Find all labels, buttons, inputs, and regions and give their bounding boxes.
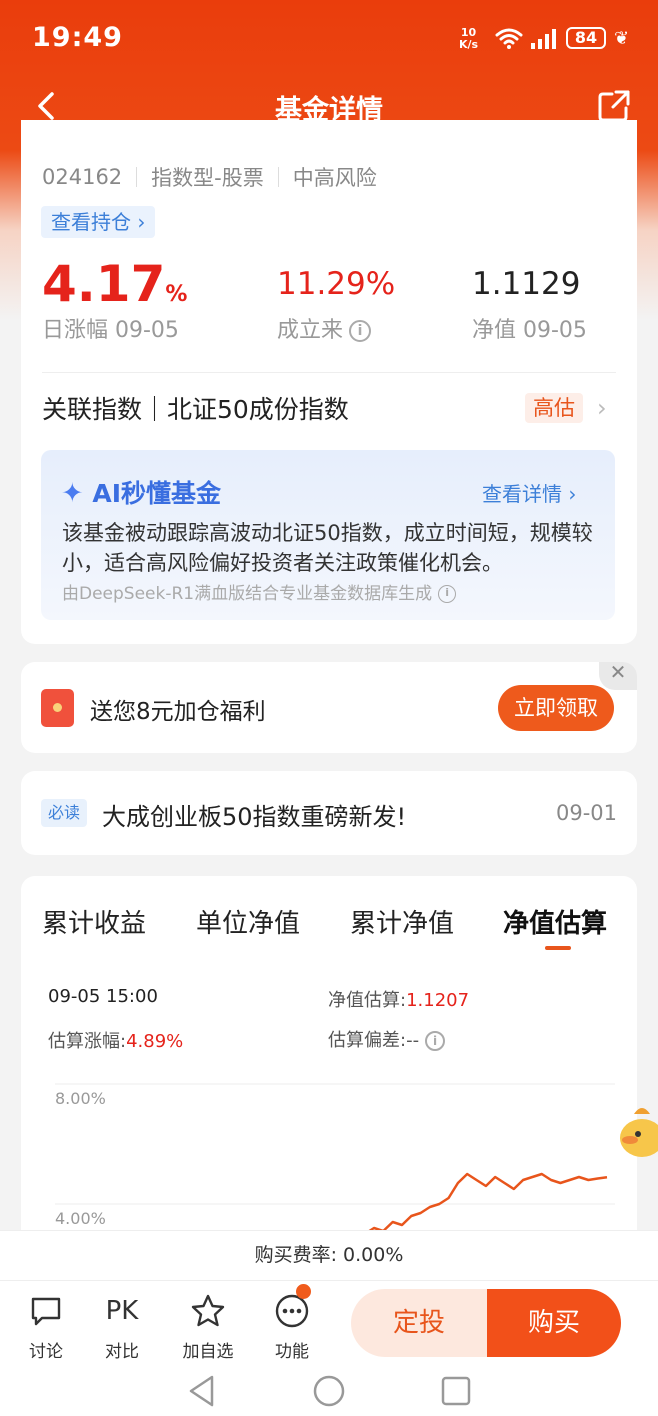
daily-change-value-row: 4.17% xyxy=(42,258,187,310)
promo-card: 送您8元加仓福利 立即领取 ✕ xyxy=(21,662,637,753)
news-title[interactable]: 大成创业板50指数重磅新发! xyxy=(102,797,406,832)
chevron-right-icon[interactable]: › xyxy=(597,394,607,422)
tool-icon-wrap: PK xyxy=(92,1291,152,1331)
estimate-deviation-value: -- xyxy=(406,1030,420,1051)
ai-summary-title-row: ✦ AI秒懂基金 xyxy=(61,474,221,510)
battery-icon: 84 xyxy=(566,27,606,49)
auto-invest-button[interactable]: 定投 xyxy=(351,1289,487,1357)
since-inception-value: 11.29% xyxy=(277,266,396,302)
mascot-icon[interactable] xyxy=(614,1100,658,1160)
y-tick-label: 4.00% xyxy=(55,1209,106,1228)
leaf-icon: ❦ xyxy=(614,28,630,49)
pk-icon: PK xyxy=(105,1296,139,1326)
ai-summary-title: AI秒懂基金 xyxy=(92,479,221,508)
estimate-nav: 净值估算:1.1207 xyxy=(328,986,469,1012)
info-icon[interactable]: i xyxy=(349,320,372,342)
nav-recent-icon[interactable] xyxy=(440,1375,472,1407)
red-packet-icon xyxy=(41,689,74,727)
features-label: 功能 xyxy=(275,1342,309,1362)
star-icon xyxy=(191,1294,225,1327)
fund-risk: 中高风险 xyxy=(292,166,377,190)
daily-change-percent: % xyxy=(165,282,188,307)
daily-change-label: 日涨幅 09-05 xyxy=(42,318,179,343)
estimate-deviation-label: 估算偏差: xyxy=(328,1030,407,1051)
signal-icon xyxy=(531,29,556,49)
net-value-value: 1.1129 xyxy=(472,266,581,302)
since-inception-label-row: 成立来 i xyxy=(277,312,395,344)
divider xyxy=(277,167,279,187)
claim-button[interactable]: 立即领取 xyxy=(498,685,614,731)
estimate-change-value: 4.89% xyxy=(126,1031,184,1052)
fund-code: 024162 xyxy=(42,165,123,189)
since-inception-label: 成立来 xyxy=(277,318,344,343)
daily-change-value: 4.17 xyxy=(42,255,166,313)
ai-summary-box: ✦ AI秒懂基金 查看详情 › 该基金被动跟踪高波动北证50指数，成立时间短，规… xyxy=(41,450,615,620)
ai-source-row: 由DeepSeek-R1满血版结合专业基金数据库生成 i xyxy=(62,579,457,604)
chat-icon xyxy=(31,1297,61,1326)
promo-text: 送您8元加仓福利 xyxy=(90,699,266,725)
discuss-button[interactable]: 讨论 xyxy=(16,1291,76,1362)
estimate-deviation: 估算偏差:-- i xyxy=(328,1026,446,1052)
net-speed: 10 K/s xyxy=(459,27,478,51)
since-inception: 11.29% 成立来 i xyxy=(277,258,395,344)
tab-unit-nav[interactable]: 单位净值 xyxy=(196,903,300,940)
wifi-icon xyxy=(495,28,523,49)
estimate-nav-value: 1.1207 xyxy=(406,990,470,1011)
tab-nav-estimate[interactable]: 净值估算 xyxy=(503,903,607,940)
estimate-nav-label: 净值估算: xyxy=(328,990,407,1011)
active-tab-indicator xyxy=(545,946,571,950)
ai-detail-link[interactable]: 查看详情 › xyxy=(482,478,576,507)
compare-button[interactable]: PK 对比 xyxy=(92,1291,152,1362)
close-icon[interactable]: ✕ xyxy=(599,662,637,690)
net-value: 1.1129 净值 09-05 xyxy=(472,258,587,344)
buy-button[interactable]: 购买 xyxy=(487,1289,621,1357)
net-speed-unit: K/s xyxy=(459,38,479,51)
news-date: 09-01 xyxy=(556,801,618,825)
tab-cumulative-nav[interactable]: 累计净值 xyxy=(350,903,454,940)
net-value-label: 净值 09-05 xyxy=(472,318,587,343)
status-bar: 19:49 10 K/s 84 ❦ xyxy=(0,0,658,76)
nav-home-icon[interactable] xyxy=(312,1374,346,1408)
daily-change: 4.17% 日涨幅 09-05 xyxy=(42,258,187,344)
estimate-change: 估算涨幅:4.89% xyxy=(48,1027,183,1053)
news-card[interactable]: 必读 大成创业板50指数重磅新发! 09-01 xyxy=(21,771,637,855)
divider xyxy=(42,372,616,373)
status-time: 19:49 xyxy=(32,22,123,53)
notification-dot xyxy=(296,1284,311,1299)
related-index[interactable]: 关联指数｜北证50成份指数 xyxy=(42,390,349,426)
discuss-label: 讨论 xyxy=(29,1342,63,1362)
info-icon[interactable]: i xyxy=(425,1031,446,1051)
ai-source-text: 由DeepSeek-R1满血版结合专业基金数据库生成 xyxy=(62,584,433,604)
valuation-badge[interactable]: 高估 xyxy=(525,393,583,423)
view-holdings-link[interactable]: 查看持仓 › xyxy=(41,206,156,238)
tool-icon-wrap xyxy=(178,1291,238,1331)
system-nav-bar xyxy=(0,1366,658,1416)
nav-back-icon[interactable] xyxy=(186,1374,218,1408)
y-tick-label: 8.00% xyxy=(55,1089,106,1108)
sparkle-icon: ✦ xyxy=(61,478,84,509)
estimate-change-label: 估算涨幅: xyxy=(48,1031,127,1052)
buy-rate: 购买费率: 0.00% xyxy=(0,1230,658,1280)
chart-card: 累计收益 单位净值 累计净值 净值估算 09-05 15:00 净值估算:1.1… xyxy=(21,876,637,1276)
divider xyxy=(136,167,138,187)
add-watchlist-button[interactable]: 加自选 xyxy=(178,1291,238,1362)
tool-icon-wrap xyxy=(262,1291,322,1331)
fund-info-card: 024162 指数型-股票 中高风险 查看持仓 › 4.17% 日涨幅 09-0… xyxy=(21,120,637,644)
tool-icon-wrap xyxy=(16,1291,76,1331)
compare-label: 对比 xyxy=(105,1342,139,1362)
estimate-time: 09-05 15:00 xyxy=(48,986,158,1007)
features-button[interactable]: 功能 xyxy=(262,1291,322,1362)
tab-cumulative-return[interactable]: 累计收益 xyxy=(42,903,146,940)
fund-type: 指数型-股票 xyxy=(151,166,264,190)
watchlist-label: 加自选 xyxy=(182,1342,234,1362)
ai-summary-text: 该基金被动跟踪高波动北证50指数，成立时间短，规模较小，适合高风险偏好投资者关注… xyxy=(62,521,593,575)
info-icon[interactable]: i xyxy=(438,585,457,603)
fund-tags: 024162 指数型-股票 中高风险 xyxy=(42,162,377,192)
must-read-badge: 必读 xyxy=(41,799,88,827)
